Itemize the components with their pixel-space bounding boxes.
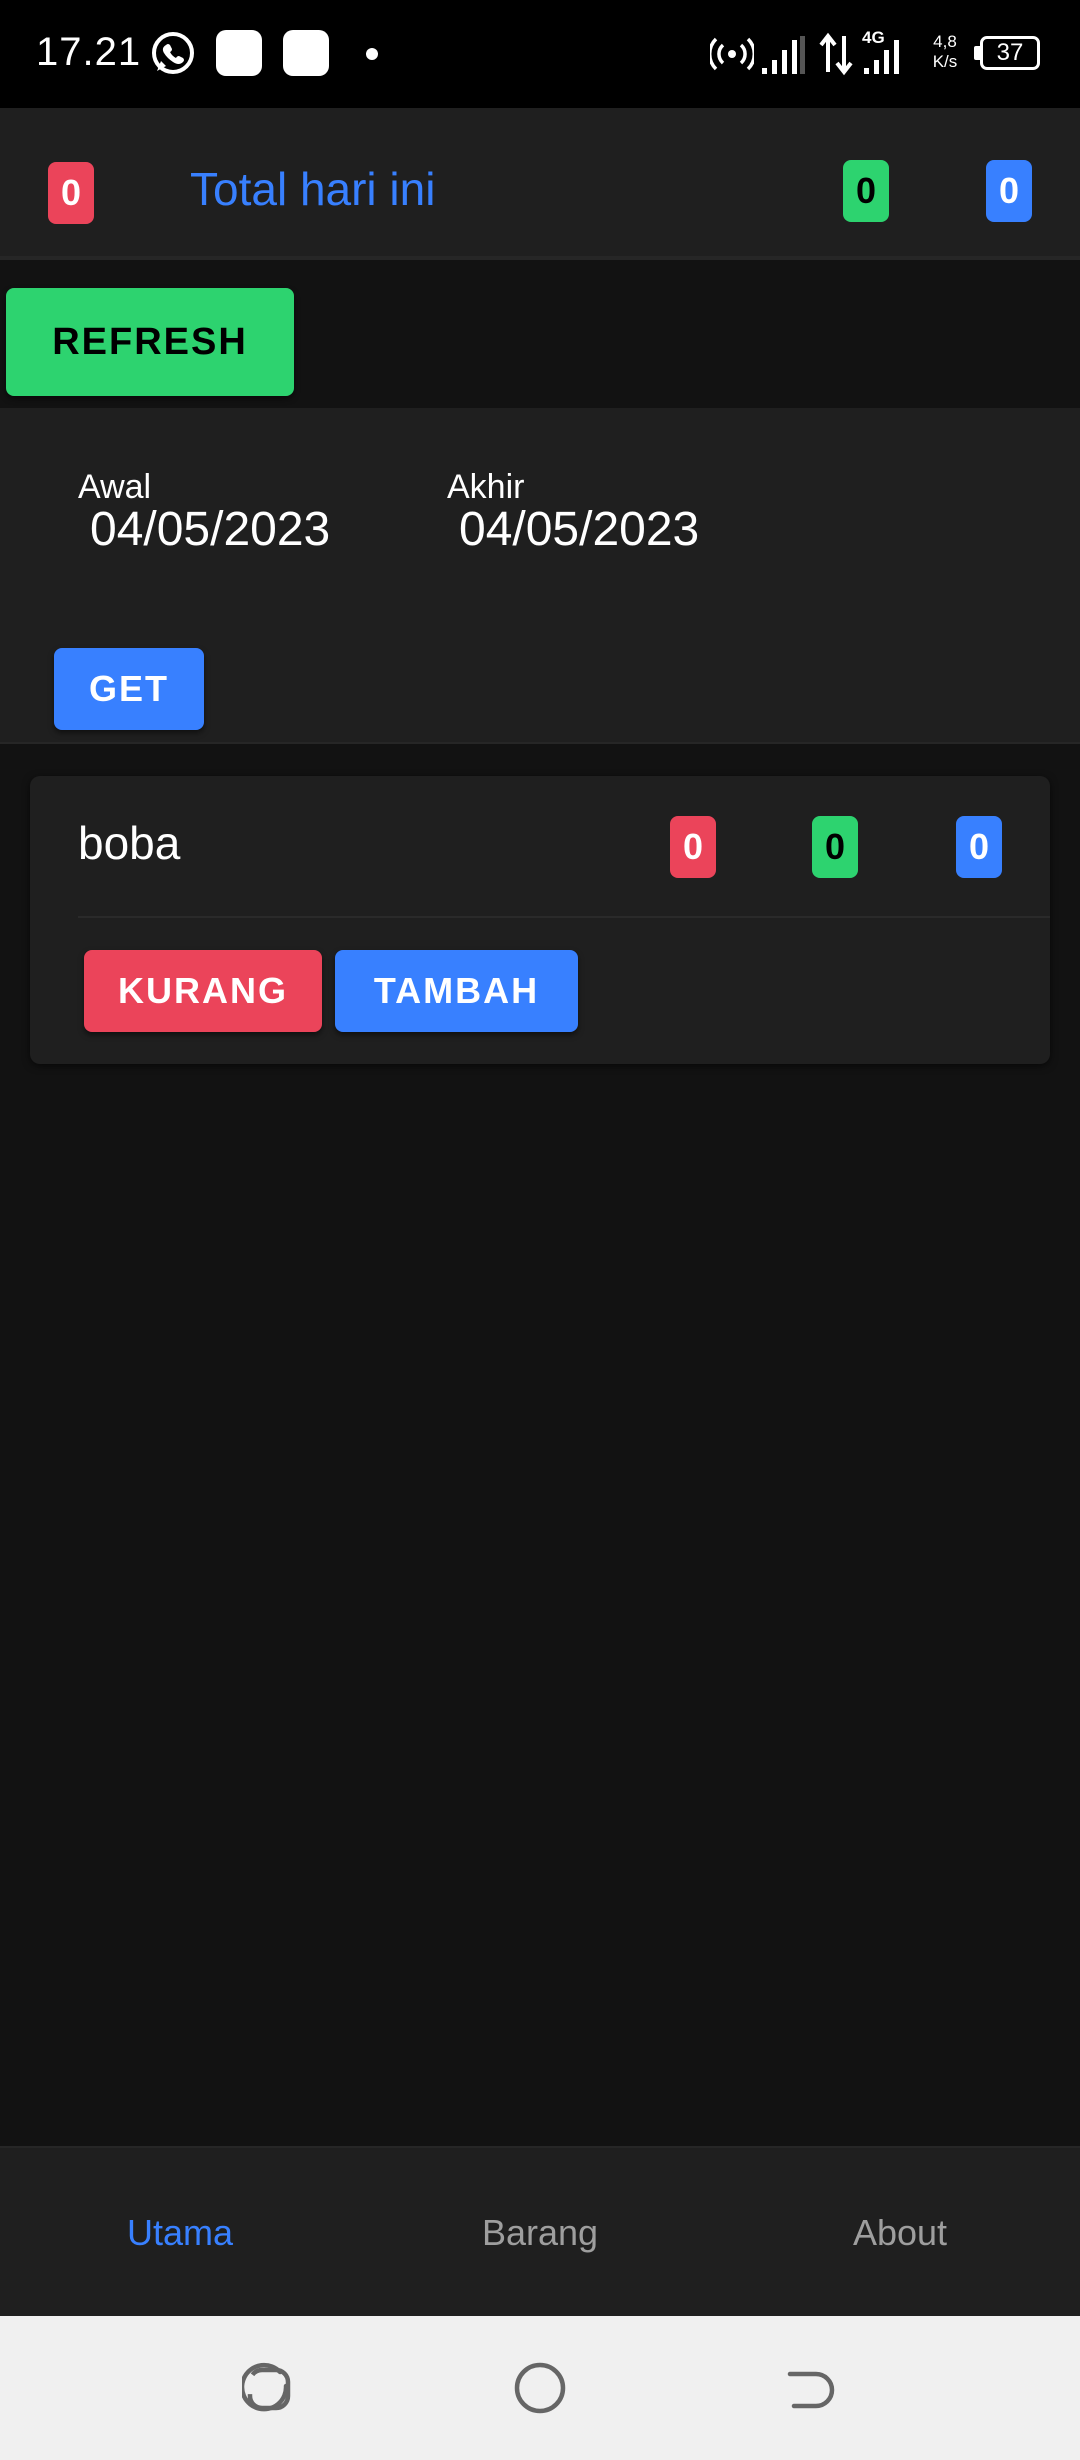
get-button[interactable]: GET xyxy=(54,648,204,730)
status-bar: 17.21 4G 4,8 K/s 37 xyxy=(0,0,1080,108)
total-increase-badge: 0 xyxy=(986,160,1032,222)
item-stock-badge: 0 xyxy=(812,816,858,878)
recent-apps-icon[interactable] xyxy=(242,2360,298,2416)
back-icon[interactable] xyxy=(782,2360,838,2416)
item-increase-badge: 0 xyxy=(956,816,1002,878)
page-title: Total hari ini xyxy=(190,163,436,215)
signal-icon xyxy=(762,36,805,74)
refresh-row: REFRESH xyxy=(0,276,1080,408)
divider xyxy=(78,916,1050,918)
daily-total-header: 0 Total hari ini 0 0 xyxy=(0,108,1080,260)
notification-app-icon xyxy=(283,30,329,76)
total-stock-badge: 0 xyxy=(843,160,889,222)
date-filter-card: Awal 04/05/2023 Akhir 04/05/2023 GET xyxy=(0,408,1080,744)
decrease-button[interactable]: KURANG xyxy=(84,950,322,1032)
item-name: boba xyxy=(78,817,181,869)
hotspot-icon xyxy=(710,37,754,71)
signal-icon xyxy=(864,40,899,74)
list-item: boba 0 0 0 KURANG TAMBAH xyxy=(30,776,1050,1064)
total-decrease-badge: 0 xyxy=(48,162,94,224)
tab-utama[interactable]: Utama xyxy=(0,2148,360,2318)
speed-unit: K/s xyxy=(932,52,958,71)
tab-barang[interactable]: Barang xyxy=(360,2148,720,2318)
home-icon[interactable] xyxy=(512,2360,568,2416)
speed-value: 4,8 xyxy=(933,32,957,51)
battery-icon: 37 xyxy=(980,36,1040,70)
data-transfer-icon xyxy=(819,32,853,76)
end-date-field[interactable]: 04/05/2023 xyxy=(459,502,699,557)
increase-button[interactable]: TAMBAH xyxy=(335,950,578,1032)
whatsapp-icon xyxy=(152,32,194,74)
start-date-field[interactable]: 04/05/2023 xyxy=(90,502,330,557)
bottom-tab-bar: Utama Barang About xyxy=(0,2146,1080,2316)
tab-about[interactable]: About xyxy=(720,2148,1080,2318)
more-notifications-dot-icon xyxy=(366,48,378,60)
status-time: 17.21 xyxy=(36,30,142,74)
notification-app-icon xyxy=(216,30,262,76)
system-navigation-bar xyxy=(0,2316,1080,2460)
battery-level: 37 xyxy=(996,39,1024,66)
item-decrease-badge: 0 xyxy=(670,816,716,878)
refresh-button[interactable]: REFRESH xyxy=(6,288,294,396)
network-speed: 4,8 K/s xyxy=(928,32,962,72)
